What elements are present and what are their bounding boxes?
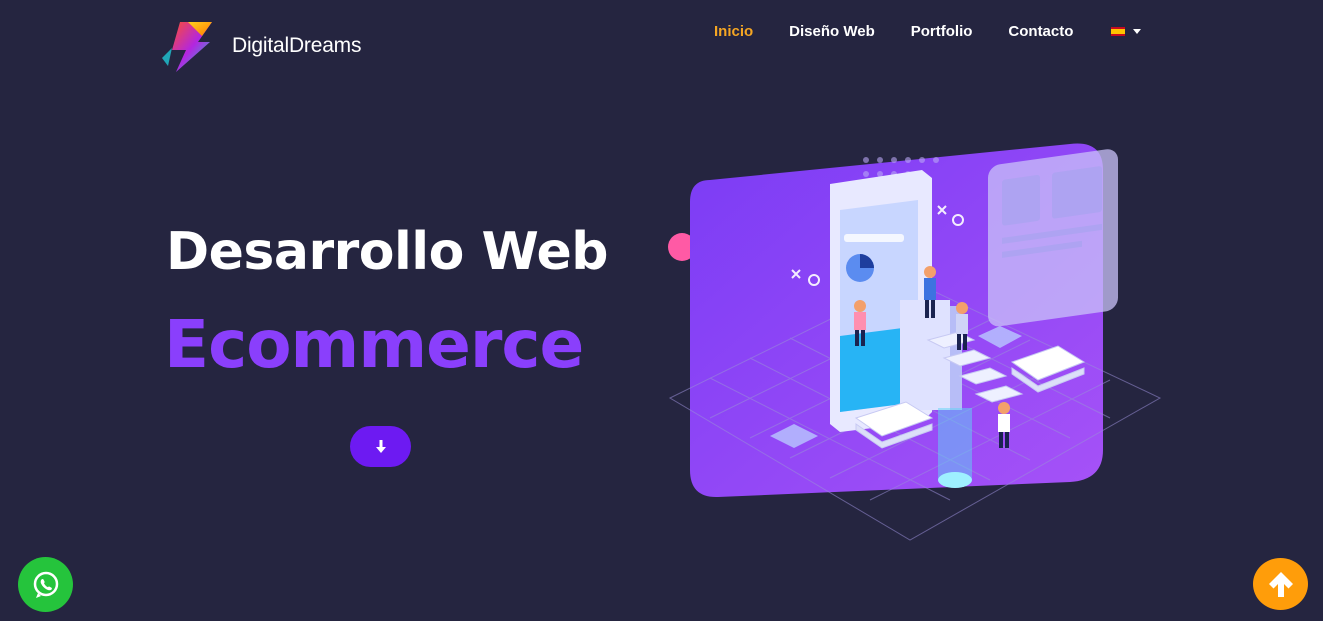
brand-name: DigitalDreams <box>232 34 362 57</box>
whatsapp-icon <box>33 571 58 598</box>
back-to-top-button[interactable] <box>1253 558 1308 610</box>
arrow-up-icon <box>1268 572 1293 597</box>
hero-illustration <box>668 143 1162 541</box>
nav-diseno-web[interactable]: Diseño Web <box>789 23 875 40</box>
lightning-logo-icon <box>162 22 212 72</box>
spain-flag-icon <box>1111 27 1126 36</box>
main-nav: Inicio Diseño Web Portfolio Contacto <box>714 23 1142 40</box>
nav-portfolio[interactable]: Portfolio <box>911 23 973 40</box>
chevron-down-icon <box>1133 29 1142 34</box>
language-selector[interactable] <box>1111 27 1142 36</box>
nav-inicio[interactable]: Inicio <box>714 23 753 40</box>
hero-title: Desarrollo Web <box>166 222 608 282</box>
whatsapp-button[interactable] <box>18 557 73 612</box>
hero-subtitle: Ecommerce <box>164 306 584 383</box>
scroll-down-button[interactable] <box>350 426 411 467</box>
brand[interactable]: DigitalDreams <box>158 18 361 74</box>
arrow-down-icon <box>375 439 386 453</box>
nav-contacto[interactable]: Contacto <box>1008 23 1073 40</box>
navbar: DigitalDreams Inicio Diseño Web Portfoli… <box>0 0 1323 80</box>
